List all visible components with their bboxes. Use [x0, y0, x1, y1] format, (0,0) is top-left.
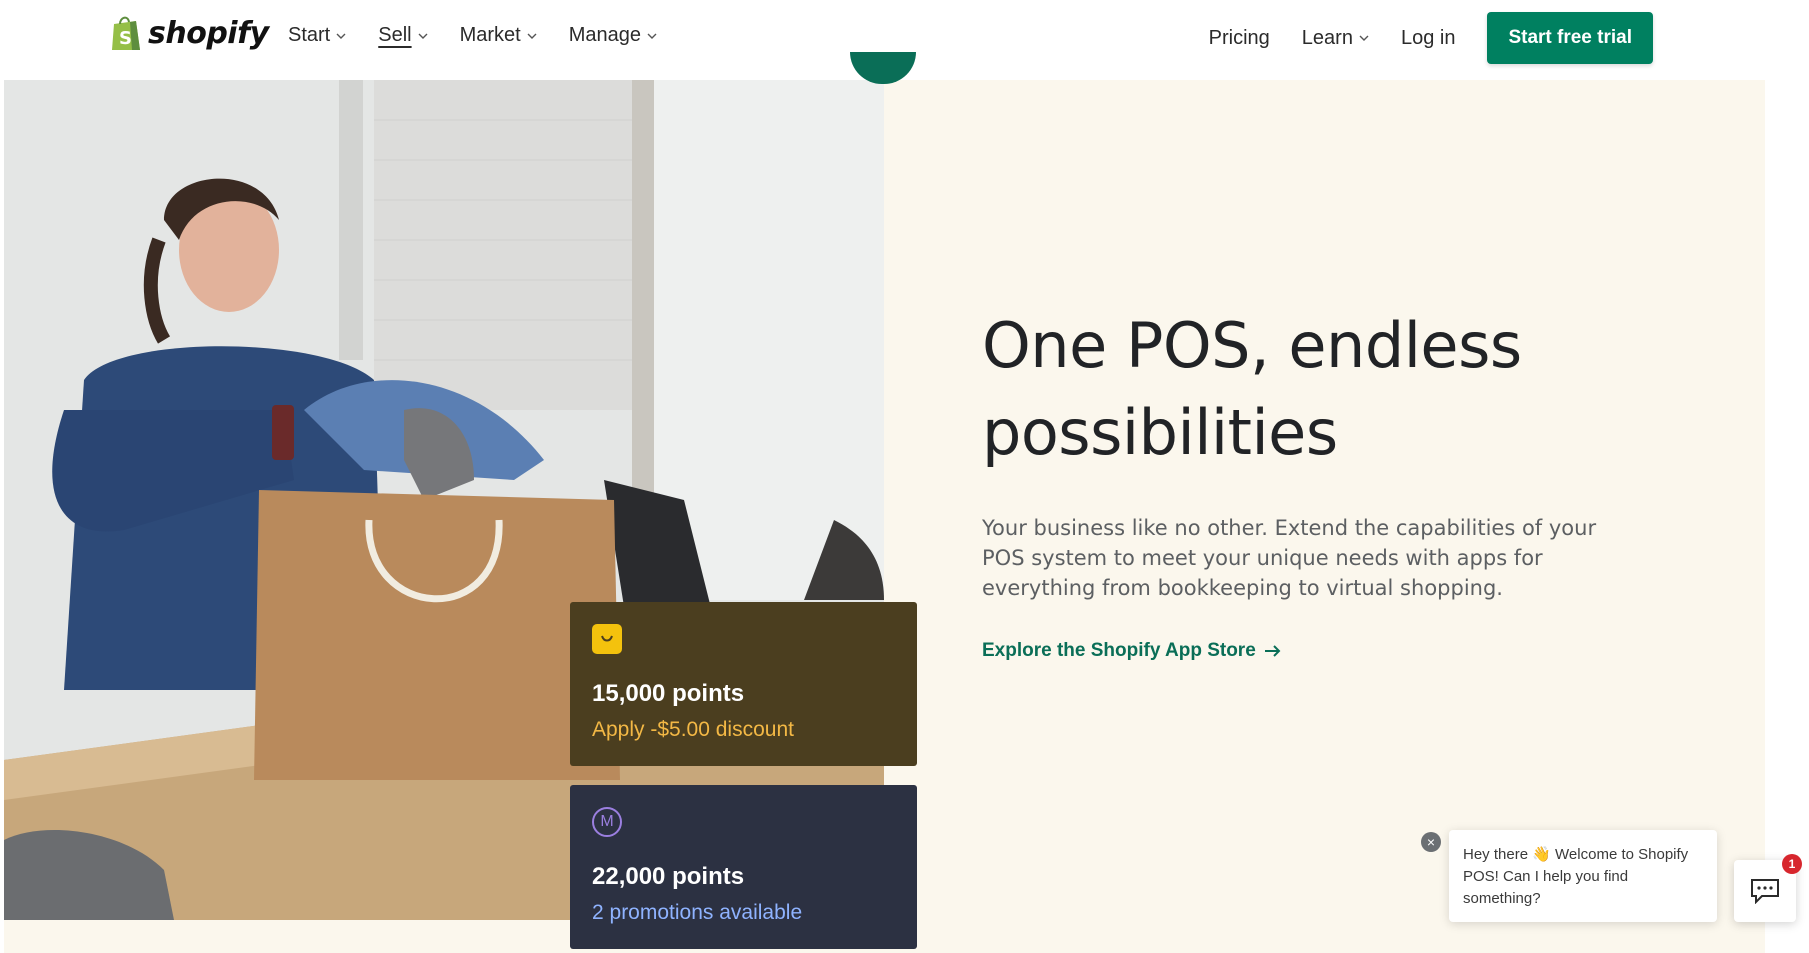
chat-icon [1751, 879, 1779, 904]
chevron-down-icon [418, 33, 428, 39]
card-points: 15,000 points [592, 680, 745, 707]
hero-headline: One POS, endless possibilities [982, 309, 1522, 469]
promotions-card: M 22,000 points 2 promotions available [570, 785, 917, 949]
hero-subcopy: Your business like no other. Extend the … [982, 516, 1597, 600]
card-subtitle: Apply -$5.00 discount [592, 718, 794, 741]
chat-close-icon[interactable]: × [1421, 832, 1441, 852]
m-circle-icon: M [592, 807, 622, 837]
nav-start[interactable]: Start [288, 24, 346, 47]
nav-manage-label: Manage [568, 24, 642, 46]
nav-start-label: Start [288, 24, 331, 46]
nav-learn[interactable]: Learn [1302, 27, 1369, 50]
chevron-down-icon [527, 33, 537, 39]
nav-market-label: Market [459, 24, 521, 46]
nav-login[interactable]: Log in [1401, 27, 1456, 50]
svg-text:S: S [119, 28, 132, 49]
card-subtitle: 2 promotions available [592, 901, 803, 924]
chevron-down-icon [647, 33, 657, 39]
nav-pricing[interactable]: Pricing [1209, 27, 1270, 50]
primary-nav: Start Sell Market Manage [288, 24, 657, 47]
start-free-trial-button[interactable]: Start free trial [1487, 12, 1653, 64]
nav-sell-label: Sell [378, 24, 412, 46]
chevron-down-icon [336, 33, 346, 39]
chat-message-bubble[interactable]: Hey there 👋 Welcome to Shopify POS! Can … [1449, 830, 1717, 922]
card-points: 22,000 points [592, 863, 745, 890]
arrow-right-icon [1264, 645, 1281, 657]
nav-market[interactable]: Market [460, 24, 537, 47]
nav-sell[interactable]: Sell [378, 24, 428, 47]
nav-manage[interactable]: Manage [569, 24, 657, 47]
shopify-bag-icon: S [112, 16, 140, 50]
shopify-logo[interactable]: S shopify [110, 14, 269, 52]
nav-learn-label: Learn [1301, 26, 1353, 49]
chevron-down-icon [1359, 35, 1369, 41]
notification-badge: 1 [1782, 854, 1802, 874]
loyalty-points-card: 15,000 points Apply -$5.00 discount [570, 602, 917, 766]
explore-app-store-link[interactable]: Explore the Shopify App Store [982, 640, 1282, 662]
secondary-nav: Pricing Learn Log in Start free trial [1209, 12, 1653, 64]
smile-app-icon [592, 624, 622, 654]
explore-app-store-label: Explore the Shopify App Store [982, 640, 1256, 661]
logo-text: shopify [148, 15, 269, 51]
